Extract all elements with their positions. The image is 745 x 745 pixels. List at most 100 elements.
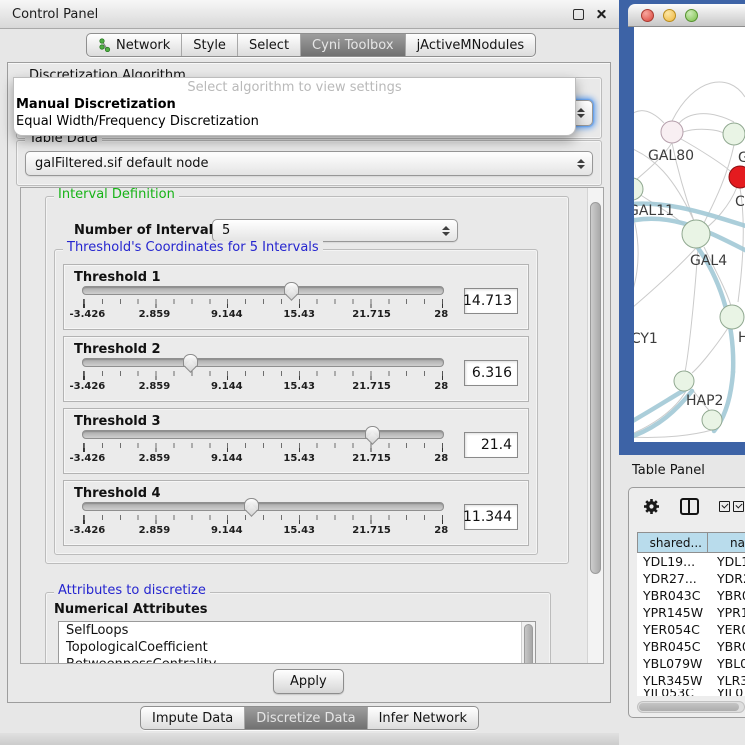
list-item[interactable]: TopologicalCoefficient <box>59 639 535 656</box>
network-graph: GAL80 GA C GAL11 GAL4 GCY1 H HAP2 <box>634 27 745 442</box>
threshold-1-tick-labels: -3.426 2.859 9.144 15.43 21.715 28 <box>82 309 444 321</box>
node-gal11[interactable] <box>634 178 643 200</box>
threshold-4-slider[interactable] <box>82 502 444 511</box>
node-top-right[interactable] <box>723 123 745 145</box>
gear-icon[interactable] <box>643 498 660 515</box>
tab-discretize-data[interactable]: Discretize Data <box>244 707 366 729</box>
tab-style[interactable]: Style <box>181 34 237 56</box>
threshold-1-value-field[interactable]: 14.713 <box>464 288 518 314</box>
node-gal4[interactable] <box>682 220 710 248</box>
scrollbar-thumb[interactable] <box>639 703 739 711</box>
thresholds-group: Threshold's Coordinates for 5 Intervals … <box>54 249 538 555</box>
combo-stepper-icon <box>577 159 585 169</box>
checkbox-icon <box>733 501 744 512</box>
panel-title: Control Panel <box>12 7 98 22</box>
apply-button[interactable]: Apply <box>273 669 344 694</box>
threshold-4-value-field[interactable]: 11.344 <box>464 504 518 530</box>
attributes-list-scrollbar[interactable] <box>521 622 535 664</box>
settings-scrollpane: Interval Definition Number of Intervals … <box>20 187 604 664</box>
threshold-3-label: Threshold 3 <box>74 414 518 429</box>
table-row[interactable]: YER054CYER0 <box>637 621 745 638</box>
threshold-2-slider[interactable] <box>82 358 444 367</box>
threshold-3-slider[interactable] <box>82 430 444 439</box>
table-row[interactable]: YIL053CYIL0 <box>637 689 745 696</box>
list-item[interactable]: BetweennessCentrality <box>59 656 535 664</box>
checkbox-icon <box>719 501 730 512</box>
number-of-intervals-label: Number of Intervals <box>74 223 221 238</box>
threshold-3-slider-thumb[interactable] <box>365 426 380 439</box>
right-region: GAL80 GA C GAL11 GAL4 GCY1 H HAP2 Table … <box>619 0 745 745</box>
table-header-row: shared... na <box>637 532 745 553</box>
table-row[interactable]: YBR045CYBR0 <box>637 638 745 655</box>
network-canvas[interactable]: GAL80 GA C GAL11 GAL4 GCY1 H HAP2 <box>634 27 745 442</box>
tab-cyni-toolbox[interactable]: Cyni Toolbox <box>300 34 405 56</box>
threshold-1-slider[interactable] <box>82 286 444 295</box>
tab-jactivemnodules[interactable]: jActiveMNodules <box>405 34 536 56</box>
node-bottom-partial[interactable] <box>702 410 722 430</box>
node-red-selected[interactable] <box>729 166 745 188</box>
node-h[interactable] <box>720 305 744 329</box>
columns-icon[interactable] <box>680 498 699 515</box>
node-label-gal11: GAL11 <box>634 203 674 219</box>
select-columns-icon[interactable] <box>719 501 744 512</box>
list-item[interactable]: SelfLoops <box>59 622 535 639</box>
float-panel-icon[interactable] <box>573 9 584 20</box>
panel-bottom-strip <box>0 733 619 745</box>
table-panel: shared... na YDL19...YDL1 YDR27...YDR2 Y… <box>628 487 745 718</box>
scrollbar-thumb[interactable] <box>590 202 601 574</box>
node-label-h: H <box>738 330 745 346</box>
table-horizontal-scrollbar[interactable] <box>637 701 745 713</box>
zoom-window-icon[interactable] <box>685 9 698 22</box>
dropdown-prompt: Select algorithm to view settings <box>14 80 575 96</box>
application-window: Control Panel Network Style Select Cyni … <box>0 0 745 745</box>
combo-stepper-icon <box>577 108 585 118</box>
number-of-intervals-value: 5 <box>222 223 230 238</box>
interval-definition-group: Interval Definition Number of Intervals … <box>45 196 569 564</box>
tab-infer-network[interactable]: Infer Network <box>367 707 478 729</box>
tab-impute-data[interactable]: Impute Data <box>141 707 244 729</box>
table-data-combobox[interactable]: galFiltered.sif default node <box>25 151 593 176</box>
combo-stepper-icon <box>442 226 450 236</box>
column-header-name[interactable]: na <box>708 532 745 553</box>
network-tree-icon <box>98 38 111 52</box>
close-window-icon[interactable] <box>641 9 654 22</box>
threshold-2-value-field[interactable]: 6.316 <box>464 360 518 386</box>
interval-definition-group-title: Interval Definition <box>54 188 179 202</box>
table-row[interactable]: YBR043CYBR0 <box>637 587 745 604</box>
close-panel-icon[interactable] <box>596 9 607 20</box>
threshold-3-value-field[interactable]: 21.4 <box>464 432 518 458</box>
tab-network[interactable]: Network <box>87 34 181 56</box>
threshold-4-label: Threshold 4 <box>74 486 518 501</box>
settings-vertical-scrollbar[interactable] <box>587 188 603 663</box>
threshold-1-slider-thumb[interactable] <box>284 282 299 295</box>
table-row[interactable]: YBL079WYBL0 <box>637 655 745 672</box>
node-gal80[interactable] <box>661 121 683 143</box>
dropdown-option-manual-discretization[interactable]: Manual Discretization <box>14 96 575 113</box>
threshold-4-slider-thumb[interactable] <box>244 498 259 511</box>
node-hap2[interactable] <box>674 371 694 391</box>
node-label-c: C <box>735 194 745 210</box>
threshold-3-panel: Threshold 3 -3.426 2.859 <box>63 408 529 474</box>
attributes-group: Attributes to discretize Numerical Attri… <box>45 592 551 664</box>
table-row[interactable]: YDR27...YDR2 <box>637 570 745 587</box>
node-label-gcy1: GCY1 <box>634 331 658 347</box>
dropdown-option-equal-width-frequency[interactable]: Equal Width/Frequency Discretization <box>14 113 575 130</box>
threshold-2-slider-thumb[interactable] <box>183 354 198 367</box>
node-label-gal80: GAL80 <box>648 148 694 164</box>
tab-select[interactable]: Select <box>237 34 300 56</box>
threshold-4-panel: Threshold 4 -3.426 2.859 <box>63 480 529 546</box>
threshold-1-panel: Threshold 1 -3.426 2.859 <box>63 264 529 330</box>
node-attribute-table: shared... na YDL19...YDL1 YDR27...YDR2 Y… <box>637 532 745 696</box>
table-row[interactable]: YLR345WYLR3 <box>637 672 745 689</box>
column-header-shared[interactable]: shared... <box>637 532 708 553</box>
table-panel-toolbar <box>629 488 745 524</box>
table-data-group: Table Data galFiltered.sif default node <box>16 140 602 186</box>
table-panel-titlebar: Table Panel <box>619 455 745 485</box>
number-of-intervals-combobox[interactable]: 5 <box>212 219 458 242</box>
table-row[interactable]: YPR145WYPR1 <box>637 604 745 621</box>
minimize-window-icon[interactable] <box>663 9 676 22</box>
network-window-titlebar[interactable] <box>628 4 745 27</box>
table-row[interactable]: YDL19...YDL1 <box>637 553 745 570</box>
threshold-2-tick-labels: -3.426 2.859 9.144 15.43 21.715 28 <box>82 381 444 393</box>
attributes-group-title: Attributes to discretize <box>54 584 210 598</box>
